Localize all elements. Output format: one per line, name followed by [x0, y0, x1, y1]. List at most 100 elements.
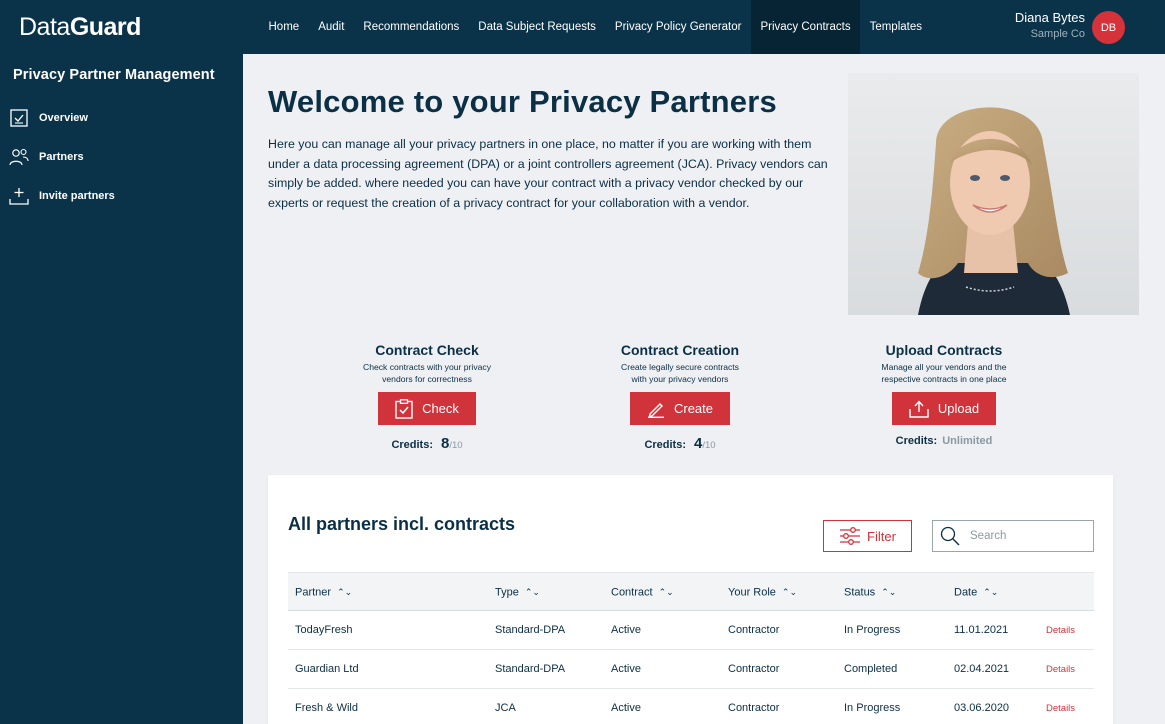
table-header: Partner ⌃⌄ Type ⌃⌄ Contract ⌃⌄ Your Role ⌃⌄ … — [288, 572, 1094, 611]
column-label: Partner — [295, 586, 332, 599]
nav-privacy-contracts[interactable]: Privacy Contracts — [750, 0, 861, 54]
contract-check-desc-line2: vendors for correctness — [382, 374, 472, 384]
contract-creation-card: Contract Creation Create legally secure … — [570, 342, 790, 452]
credits-max: /10 — [449, 440, 463, 451]
contract-creation-title: Contract Creation — [620, 342, 740, 358]
pen-icon — [647, 402, 664, 418]
partners-title: All partners incl. contracts — [288, 514, 516, 534]
partners-panel: All partners incl. contracts Filter Part… — [268, 475, 1113, 724]
upload-button-label: Upload — [937, 401, 980, 416]
details-link[interactable]: Details — [1046, 689, 1075, 724]
logo-text-guard: Guard — [69, 13, 142, 41]
overview-icon — [9, 108, 29, 128]
partner-portrait-photo — [848, 73, 1139, 315]
user-name: Diana Bytes — [1014, 10, 1085, 25]
sidebar-item-label: Invite partners — [39, 190, 115, 202]
cell-role: Contractor — [728, 663, 780, 675]
cell-contract: Active — [611, 702, 641, 714]
column-header-partner[interactable]: Partner ⌃⌄ — [295, 573, 352, 612]
cell-date: 11.01.2021 — [954, 624, 1009, 636]
upload-contracts-card: Upload Contracts Manage all your vendors… — [834, 342, 1054, 447]
cell-partner: Guardian Ltd — [295, 663, 359, 675]
contract-creation-credits: Credits: 4 /10 — [570, 435, 790, 452]
column-header-your-role[interactable]: Your Role ⌃⌄ — [728, 573, 797, 612]
filter-button[interactable]: Filter — [823, 520, 912, 552]
table-row: Guardian Ltd Standard-DPA Active Contrac… — [288, 650, 1094, 689]
column-label: Your Role — [728, 586, 776, 599]
nav-data-subject-requests[interactable]: Data Subject Requests — [469, 0, 606, 54]
credits-label: Credits: — [895, 435, 938, 447]
cell-status: Completed — [844, 663, 898, 675]
invite-icon — [9, 186, 29, 206]
table-row: TodayFresh Standard-DPA Active Contracto… — [288, 611, 1094, 650]
contract-creation-desc-line2: with your privacy vendors — [631, 374, 729, 384]
upload-contracts-credits: Credits: Unlimited — [834, 435, 1054, 447]
dataguard-logo[interactable]: DataGuard — [19, 13, 141, 42]
table-row: Fresh & Wild JCA Active Contractor In Pr… — [288, 689, 1094, 724]
contract-check-desc-line1: Check contracts with your privacy — [363, 362, 491, 372]
contract-creation-desc-line1: Create legally secure contracts — [621, 362, 739, 372]
cell-type: Standard-DPA — [495, 663, 566, 675]
cell-status: In Progress — [844, 702, 901, 714]
cell-type: Standard-DPA — [495, 624, 566, 636]
upload-contracts-description: Manage all your vendors and the respecti… — [834, 361, 1054, 385]
column-header-date[interactable]: Date ⌃⌄ — [954, 573, 998, 612]
sidebar: Privacy Partner Management Overview Part… — [0, 54, 243, 724]
column-header-contract[interactable]: Contract ⌃⌄ — [611, 573, 674, 612]
cell-partner: Fresh & Wild — [295, 702, 358, 714]
contract-check-card: Contract Check Check contracts with your… — [317, 342, 537, 452]
column-label: Contract — [611, 586, 653, 599]
details-link[interactable]: Details — [1046, 650, 1075, 689]
main-nav: Home Audit Recommendations Data Subject … — [259, 0, 932, 54]
create-button[interactable]: Create — [630, 392, 730, 425]
sidebar-item-label: Partners — [39, 151, 84, 163]
credits-label: Credits: — [391, 439, 433, 451]
nav-privacy-policy-generator[interactable]: Privacy Policy Generator — [605, 0, 751, 54]
cell-date: 02.04.2021 — [954, 663, 1010, 675]
search-input[interactable] — [970, 530, 1080, 542]
cell-role: Contractor — [728, 624, 780, 636]
sidebar-item-invite-partners[interactable]: Invite partners — [9, 186, 115, 206]
cell-contract: Active — [611, 624, 641, 636]
upload-icon — [909, 399, 929, 418]
contract-check-title: Contract Check — [375, 342, 479, 358]
credits-value: Unlimited — [942, 435, 993, 447]
column-header-type[interactable]: Type ⌃⌄ — [495, 573, 540, 612]
sort-icon: ⌃⌄ — [658, 587, 674, 597]
sort-icon: ⌃⌄ — [337, 587, 353, 597]
credits-value: 4 — [694, 435, 703, 452]
column-label: Type — [495, 586, 519, 599]
cell-contract: Active — [611, 663, 641, 675]
nav-templates[interactable]: Templates — [860, 0, 931, 54]
search-icon — [940, 526, 960, 546]
nav-recommendations[interactable]: Recommendations — [354, 0, 469, 54]
upload-contracts-desc-line1: Manage all your vendors and the — [881, 362, 1007, 372]
user-info[interactable]: Diana Bytes Sample Co — [1015, 10, 1085, 40]
check-button-label: Check — [422, 401, 459, 416]
partners-icon — [9, 147, 29, 167]
column-header-status[interactable]: Status ⌃⌄ — [844, 573, 896, 612]
hero-description: Here you can manage all your privacy par… — [268, 137, 828, 210]
details-link[interactable]: Details — [1046, 611, 1075, 650]
cell-date: 03.06.2020 — [954, 702, 1010, 714]
nav-home[interactable]: Home — [259, 0, 309, 54]
cell-partner: TodayFresh — [295, 624, 353, 636]
upload-button[interactable]: Upload — [892, 392, 996, 425]
cell-role: Contractor — [728, 702, 780, 714]
avatar[interactable]: DB — [1092, 11, 1125, 44]
upload-contracts-desc-line2: respective contracts in one place — [881, 374, 1007, 384]
sort-icon: ⌃⌄ — [781, 587, 797, 597]
credits-value: 8 — [441, 435, 450, 452]
top-navigation-bar: DataGuard Home Audit Recommendations Dat… — [0, 0, 1165, 54]
search-box[interactable] — [932, 520, 1094, 552]
sidebar-item-overview[interactable]: Overview — [9, 108, 88, 128]
contract-check-description: Check contracts with your privacy vendor… — [317, 361, 537, 385]
contract-check-credits: Credits: 8 /10 — [317, 435, 537, 452]
sidebar-title: Privacy Partner Management — [13, 67, 215, 83]
sidebar-item-partners[interactable]: Partners — [9, 147, 84, 167]
check-button[interactable]: Check — [378, 392, 476, 425]
column-label: Status — [844, 586, 876, 599]
nav-audit[interactable]: Audit — [309, 0, 354, 54]
column-label: Date — [954, 586, 978, 599]
page-title: Welcome to your Privacy Partners — [268, 84, 777, 119]
